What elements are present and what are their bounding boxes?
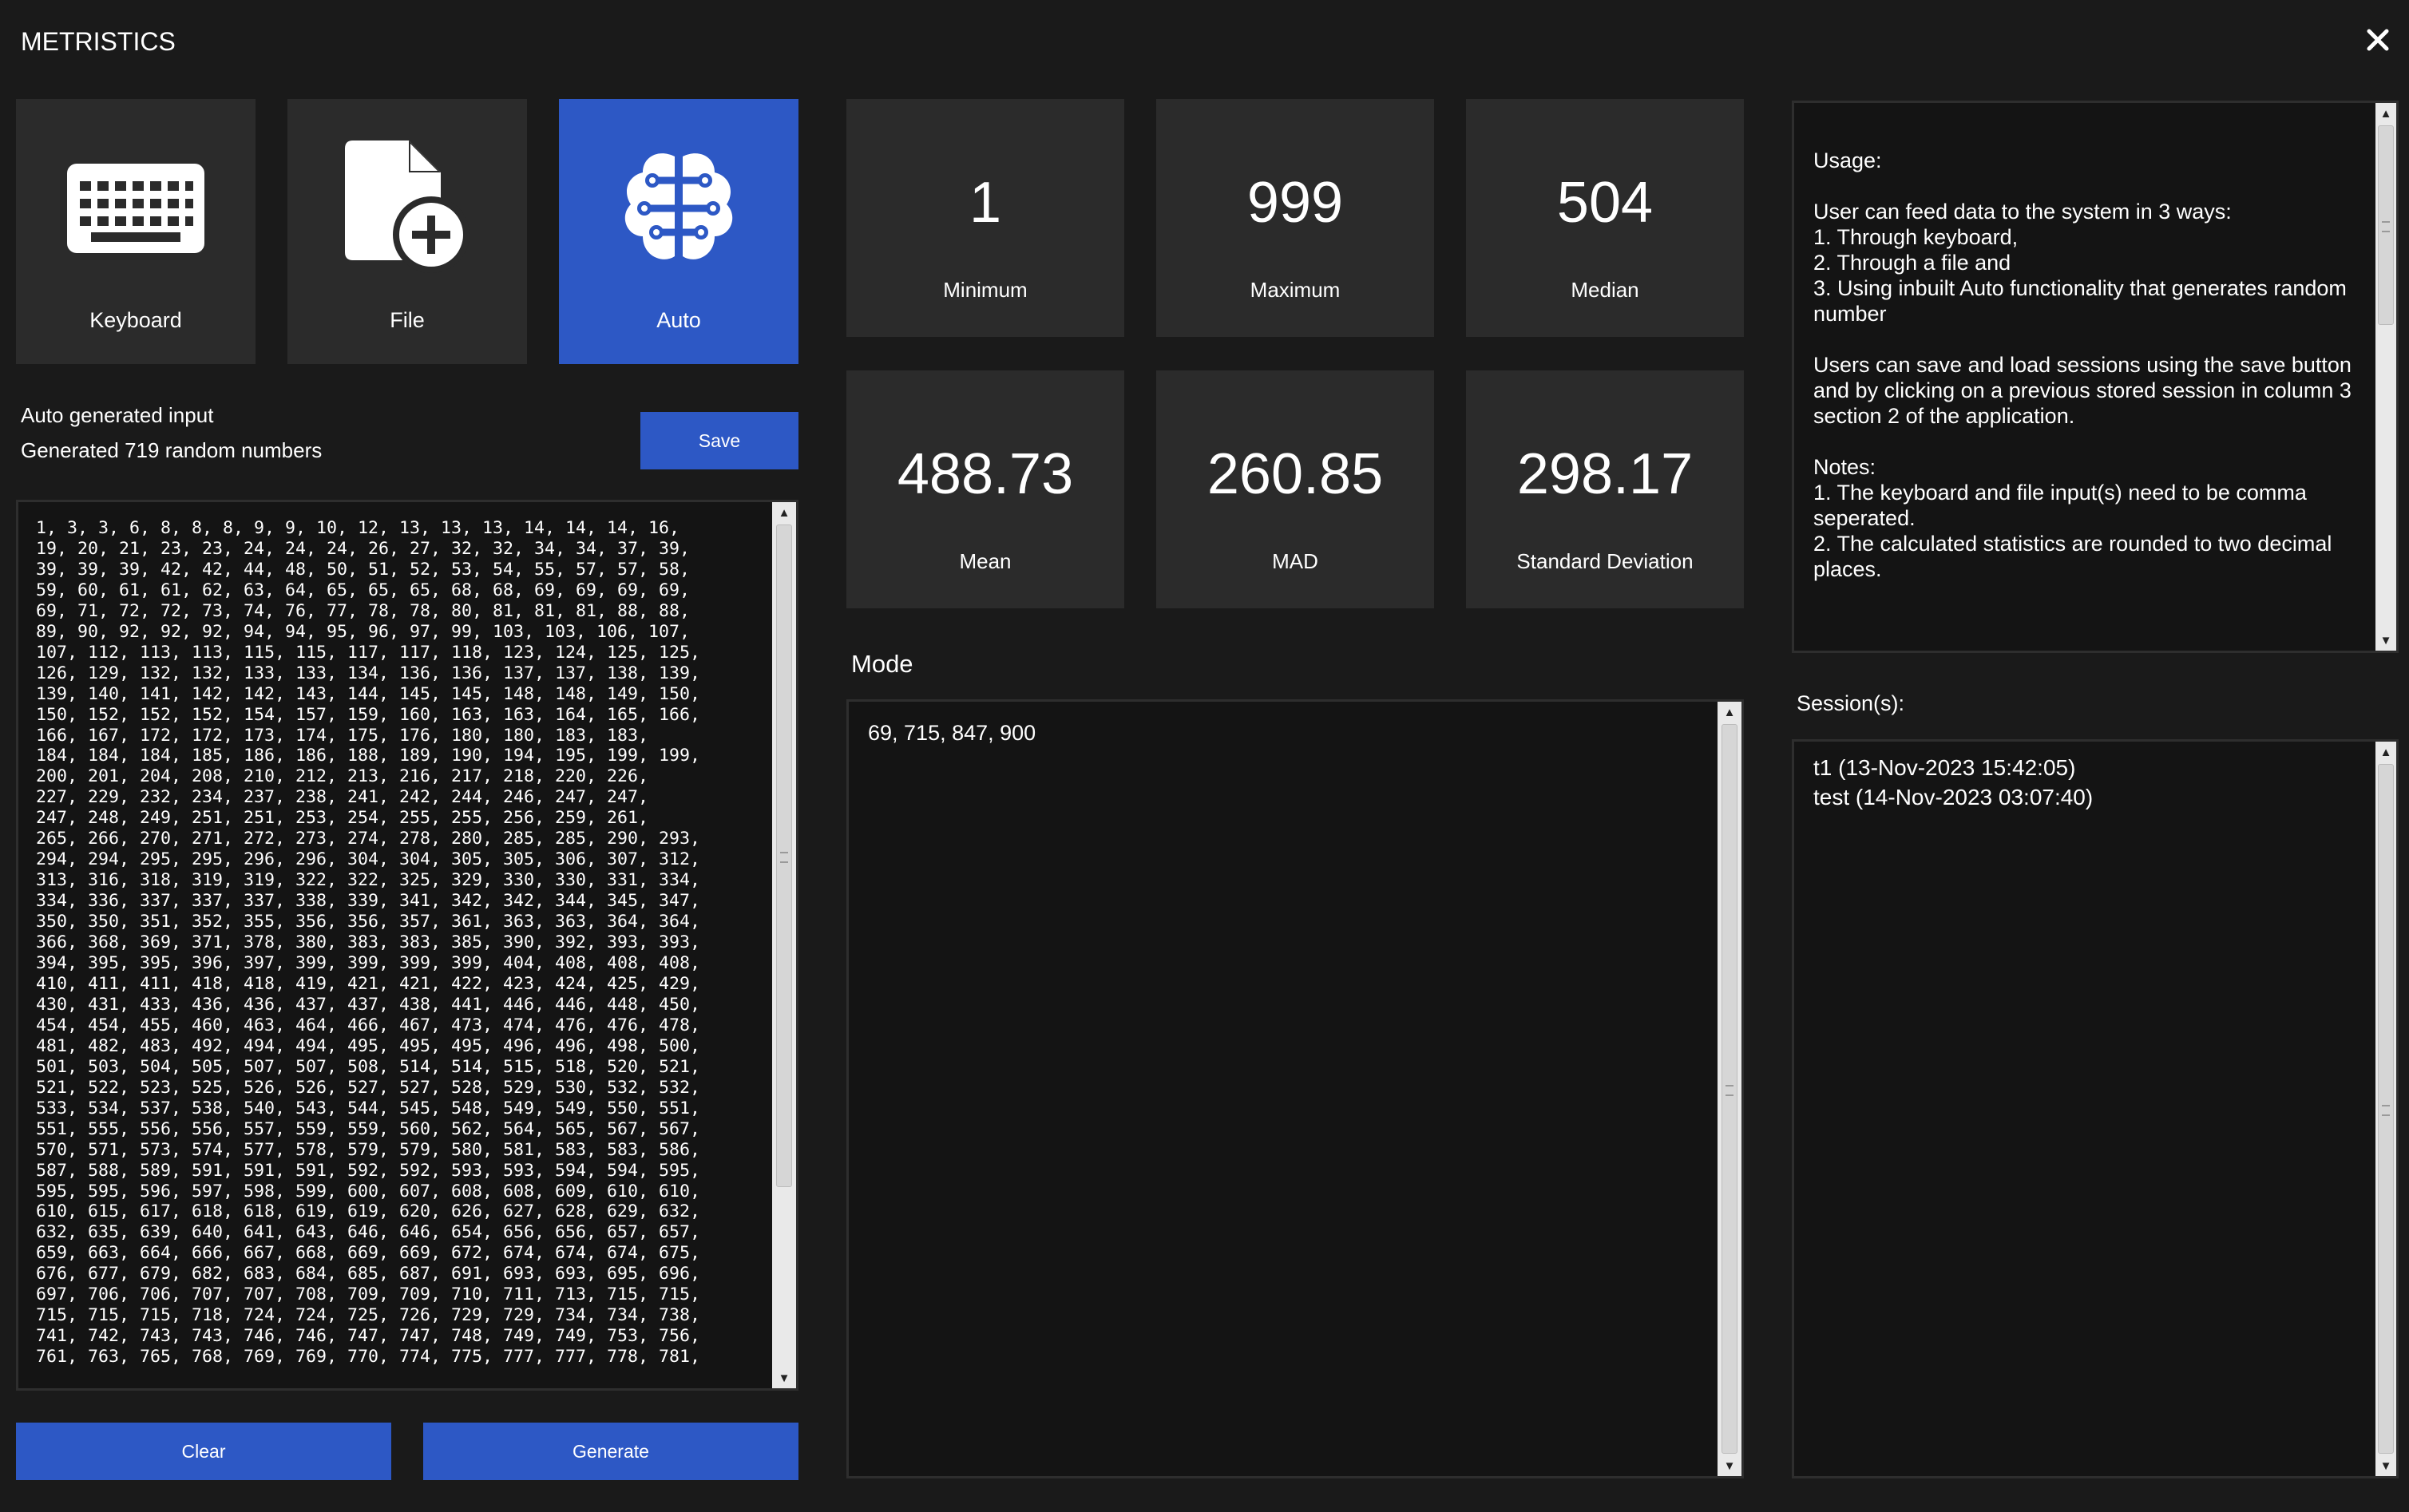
mad-value: 260.85 bbox=[1206, 442, 1384, 506]
app-title: METRISTICS bbox=[21, 27, 176, 56]
maximum-value: 999 bbox=[1246, 171, 1344, 235]
usage-text: Usage: User can feed data to the system … bbox=[1813, 148, 2352, 581]
sessions-scrollbar[interactable]: ▲ ▼ bbox=[2375, 742, 2396, 1476]
mad-label: MAD bbox=[1272, 549, 1318, 573]
median-stat: 504 Median bbox=[1466, 99, 1744, 337]
file-mode-tile[interactable]: File bbox=[287, 99, 527, 364]
keyboard-icon bbox=[67, 141, 204, 276]
save-button[interactable]: Save bbox=[640, 412, 798, 469]
input-status: Generated 719 random numbers bbox=[21, 438, 323, 462]
scroll-up-icon[interactable]: ▲ bbox=[772, 502, 796, 523]
keyboard-mode-label: Keyboard bbox=[89, 308, 182, 332]
numbers-scrollbar[interactable]: ▲ ▼ bbox=[772, 502, 796, 1388]
minimum-label: Minimum bbox=[943, 278, 1028, 302]
minimum-stat: 1 Minimum bbox=[846, 99, 1124, 337]
close-icon[interactable] bbox=[2363, 26, 2392, 54]
minimum-value: 1 bbox=[969, 171, 1002, 235]
sessions-scroll-thumb[interactable] bbox=[2378, 764, 2394, 1454]
numbers-text: 1, 3, 3, 6, 8, 8, 8, 9, 9, 10, 12, 13, 1… bbox=[36, 518, 701, 1368]
clear-button[interactable]: Clear bbox=[16, 1423, 391, 1480]
mode-panel[interactable]: 69, 715, 847, 900 ▲ ▼ bbox=[846, 699, 1744, 1478]
usage-panel[interactable]: Usage: User can feed data to the system … bbox=[1792, 101, 2399, 653]
scroll-up-icon[interactable]: ▲ bbox=[2375, 742, 2396, 762]
usage-scrollbar[interactable]: ▲ ▼ bbox=[2375, 103, 2396, 651]
brain-icon bbox=[619, 141, 739, 276]
scroll-down-icon[interactable]: ▼ bbox=[772, 1368, 796, 1388]
session-item[interactable]: t1 (13-Nov-2023 15:42:05) bbox=[1813, 753, 2093, 782]
mean-value: 488.73 bbox=[897, 442, 1074, 506]
file-mode-label: File bbox=[390, 308, 425, 332]
mad-stat: 260.85 MAD bbox=[1156, 370, 1434, 608]
median-value: 504 bbox=[1556, 171, 1654, 235]
auto-mode-tile[interactable]: Auto bbox=[559, 99, 798, 364]
session-item[interactable]: test (14-Nov-2023 03:07:40) bbox=[1813, 782, 2093, 812]
mode-scrollbar[interactable]: ▲ ▼ bbox=[1718, 702, 1741, 1476]
numbers-scroll-thumb[interactable] bbox=[776, 524, 792, 1187]
usage-scroll-thumb[interactable] bbox=[2378, 125, 2394, 325]
scroll-down-icon[interactable]: ▼ bbox=[1718, 1455, 1741, 1476]
median-label: Median bbox=[1571, 278, 1639, 302]
scroll-up-icon[interactable]: ▲ bbox=[1718, 702, 1741, 722]
mode-value: 69, 715, 847, 900 bbox=[868, 721, 1036, 745]
scroll-down-icon[interactable]: ▼ bbox=[2375, 630, 2396, 651]
sessions-title: Session(s): bbox=[1797, 691, 1905, 715]
keyboard-mode-tile[interactable]: Keyboard bbox=[16, 99, 256, 364]
file-plus-icon bbox=[343, 141, 471, 276]
mean-label: Mean bbox=[959, 549, 1012, 573]
std-label: Standard Deviation bbox=[1516, 549, 1694, 573]
mode-title: Mode bbox=[851, 650, 913, 678]
auto-mode-label: Auto bbox=[656, 308, 701, 332]
maximum-stat: 999 Maximum bbox=[1156, 99, 1434, 337]
sessions-panel[interactable]: t1 (13-Nov-2023 15:42:05) test (14-Nov-2… bbox=[1792, 739, 2399, 1478]
scroll-down-icon[interactable]: ▼ bbox=[2375, 1455, 2396, 1476]
scroll-up-icon[interactable]: ▲ bbox=[2375, 103, 2396, 124]
maximum-label: Maximum bbox=[1250, 278, 1341, 302]
generate-button[interactable]: Generate bbox=[423, 1423, 798, 1480]
std-stat: 298.17 Standard Deviation bbox=[1466, 370, 1744, 608]
input-heading: Auto generated input bbox=[21, 403, 214, 427]
numbers-textarea[interactable]: 1, 3, 3, 6, 8, 8, 8, 9, 9, 10, 12, 13, 1… bbox=[16, 500, 798, 1391]
mode-scroll-thumb[interactable] bbox=[1722, 724, 1737, 1454]
std-value: 298.17 bbox=[1516, 442, 1694, 506]
mean-stat: 488.73 Mean bbox=[846, 370, 1124, 608]
